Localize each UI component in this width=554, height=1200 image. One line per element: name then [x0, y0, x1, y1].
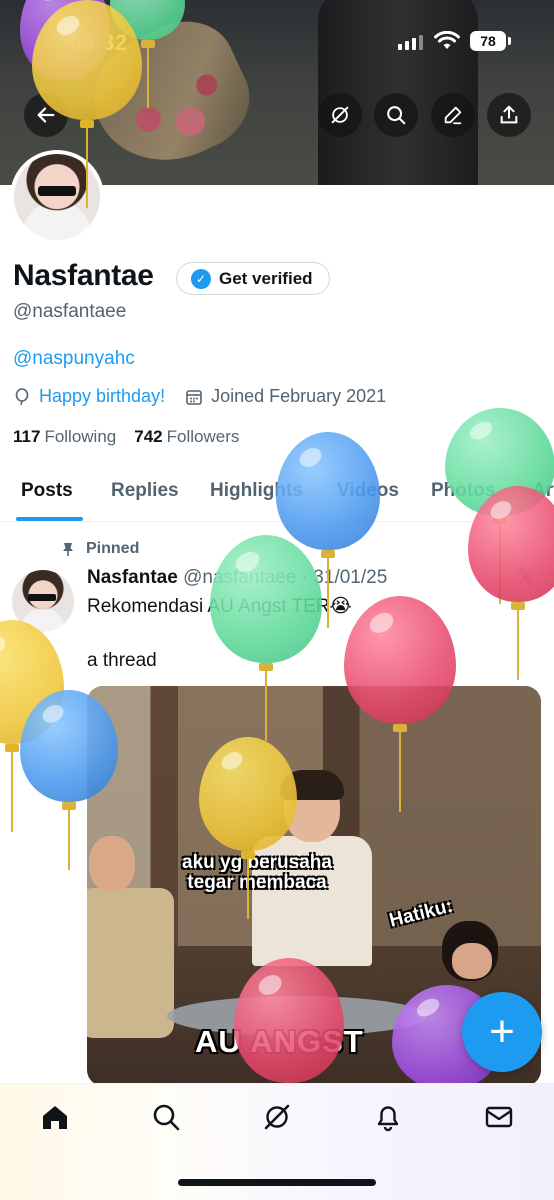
post-author-name[interactable]: Nasfantae	[87, 567, 178, 588]
pin-icon	[63, 543, 73, 556]
pinned-indicator: Pinned	[60, 540, 139, 558]
tab-videos[interactable]: Videos	[337, 480, 399, 502]
grok-icon[interactable]	[262, 1102, 292, 1132]
balloon-decoration	[0, 620, 64, 832]
tab-replies[interactable]: Replies	[111, 480, 179, 502]
followers-link[interactable]: 742 Followers	[134, 427, 239, 447]
wifi-icon	[434, 31, 460, 49]
get-verified-button[interactable]: ✓ Get verified	[176, 262, 330, 295]
get-verified-label: Get verified	[219, 268, 313, 288]
search-button[interactable]	[374, 93, 418, 137]
home-indicator[interactable]	[178, 1179, 376, 1186]
post-meta: @nasfantaee · 31/01/25	[183, 567, 388, 588]
follow-stats: 117 Following 742 Followers	[13, 427, 239, 447]
display-name: Nasfantae	[13, 259, 154, 292]
bio-mention-link[interactable]: @naspunyahc	[13, 348, 135, 370]
meme-caption-bottom: AU ANGST	[195, 1024, 364, 1059]
share-icon	[500, 105, 518, 124]
grok-button[interactable]	[318, 93, 362, 137]
battery-icon: 78	[470, 31, 511, 51]
messages-icon[interactable]	[484, 1102, 514, 1132]
tab-posts[interactable]: Posts	[21, 480, 73, 502]
tab-art[interactable]: Art	[532, 480, 554, 502]
compose-post-button[interactable]: +	[462, 992, 542, 1072]
post-text-line2: a thread	[87, 650, 157, 671]
tab-photos[interactable]: Photos	[431, 480, 495, 502]
edit-button[interactable]	[431, 93, 475, 137]
search-icon	[387, 106, 406, 125]
signal-icon	[398, 34, 423, 50]
post-avatar-sunglasses	[28, 594, 56, 601]
back-arrow-icon	[37, 107, 55, 123]
birthday-link[interactable]: Happy birthday!	[39, 386, 165, 407]
profile-handle: @nasfantaee	[13, 301, 127, 322]
x-logo-icon: 𝕏	[517, 566, 535, 591]
post-author-avatar[interactable]	[12, 570, 74, 632]
grok-icon	[331, 106, 349, 124]
status-bar: 09.32 78	[0, 0, 554, 80]
profile-meta: Happy birthday! Joined February 2021	[13, 386, 386, 407]
tab-highlights[interactable]: Highlights	[210, 480, 303, 502]
meme-caption-top: aku yg berusaha tegar membaca	[182, 852, 332, 893]
joined-date: Joined February 2021	[211, 386, 387, 406]
pinned-label: Pinned	[86, 540, 140, 557]
notifications-icon[interactable]	[373, 1102, 403, 1132]
post-header: Nasfantae @nasfantaee · 31/01/25	[87, 567, 387, 589]
balloon-icon	[15, 387, 29, 405]
home-icon[interactable]	[40, 1102, 70, 1132]
verified-badge-icon: ✓	[191, 268, 211, 289]
calendar-icon	[186, 389, 202, 405]
search-icon[interactable]	[151, 1102, 181, 1132]
avatar-sunglasses	[38, 186, 76, 196]
post-text-line1: Rekomendasi AU Angst TER😭	[87, 596, 352, 617]
status-time: 09.32	[70, 30, 128, 55]
meme-left-person	[87, 836, 174, 1038]
profile-avatar[interactable]	[10, 150, 104, 244]
following-count: 117	[13, 427, 41, 446]
share-button[interactable]	[487, 93, 531, 137]
following-link[interactable]: 117 Following	[13, 427, 116, 447]
back-button[interactable]	[24, 93, 68, 137]
following-label: Following	[44, 427, 117, 446]
active-tab-indicator	[16, 517, 83, 521]
edit-pencil-icon	[444, 106, 462, 125]
profile-tabs: Posts Replies Highlights Videos Photos A…	[0, 462, 554, 522]
followers-label: Followers	[166, 427, 240, 446]
followers-count: 742	[134, 427, 163, 446]
